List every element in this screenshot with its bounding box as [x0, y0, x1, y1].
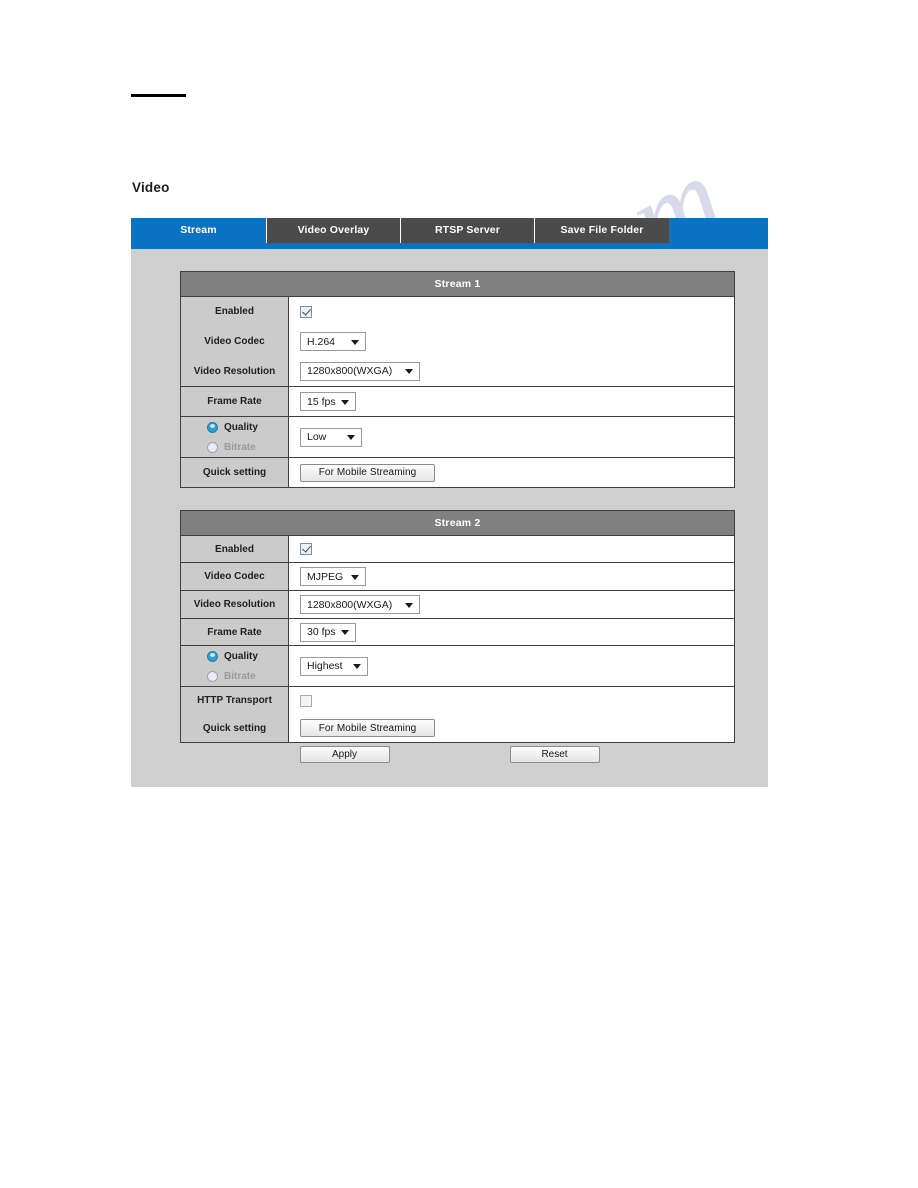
chevron-down-icon — [405, 602, 413, 608]
chevron-down-icon — [353, 664, 361, 669]
stream1-frame-rate-value: 15 fps — [307, 395, 336, 408]
stream1-video-codec-cell: H.264 — [289, 327, 734, 357]
apply-button[interactable]: Apply — [299, 746, 390, 763]
stream1-quality-radio[interactable] — [207, 421, 218, 433]
chevron-down-icon — [341, 399, 349, 405]
stream1-quality-mode-labels: Quality Bitrate — [181, 417, 289, 457]
stream1-video-resolution-value: 1280x800(WXGA) — [307, 365, 393, 378]
stream2-block: Stream 2 Enabled Video Codec MJPEG Video… — [180, 510, 735, 743]
page-title: Video — [132, 180, 170, 195]
stream2-video-codec-row: Video Codec MJPEG — [181, 563, 734, 591]
stream1-quick-setting-row: Quick setting For Mobile Streaming — [181, 458, 734, 487]
stream1-video-codec-label: Video Codec — [204, 336, 265, 347]
stream2-transport-values: For Mobile Streaming — [289, 687, 734, 742]
stream1-quality-radio-line[interactable]: Quality — [181, 417, 288, 437]
stream2-quality-label: Quality — [224, 650, 258, 662]
stream2-enabled-row: Enabled — [181, 536, 734, 563]
reset-button[interactable]: Reset — [509, 746, 600, 763]
stream2-quick-setting-cell: For Mobile Streaming — [289, 715, 734, 743]
tab-rtsp-server[interactable]: RTSP Server — [401, 218, 535, 243]
stream1-video-resolution-cell: 1280x800(WXGA) — [289, 356, 734, 386]
stream2-frame-rate-cell: 30 fps — [289, 619, 734, 645]
stream1-quality-row: Quality Bitrate Low — [181, 417, 734, 458]
stream1-for-mobile-streaming-button[interactable]: For Mobile Streaming — [300, 463, 435, 482]
stream1-title: Stream 1 — [181, 272, 734, 297]
stream2-quality-cell: Highest — [289, 646, 734, 686]
video-settings-frame: Stream Video Overlay RTSP Server Save Fi… — [131, 218, 768, 787]
stream2-bitrate-label: Bitrate — [224, 670, 256, 682]
stream1-basic-labels: Enabled Video Codec Video Resolution — [181, 297, 289, 386]
stream2-transport-labels: HTTP Transport Quick setting — [181, 687, 289, 742]
footer-actions: Apply Reset — [131, 746, 768, 763]
stream1-enabled-cell — [289, 297, 734, 327]
stream2-for-mobile-streaming-button[interactable]: For Mobile Streaming — [300, 719, 435, 738]
stream2-bitrate-radio[interactable] — [207, 670, 218, 682]
stream2-enabled-label: Enabled — [181, 536, 289, 562]
stream2-quality-radio-line[interactable]: Quality — [181, 646, 288, 666]
stream2-transport-group: HTTP Transport Quick setting For Mobile … — [181, 687, 734, 742]
stream1-frame-rate-row: Frame Rate 15 fps — [181, 387, 734, 417]
stream2-quality-select[interactable]: Highest — [300, 656, 368, 676]
tab-bar: Stream Video Overlay RTSP Server Save Fi… — [131, 218, 768, 243]
stream1-bitrate-label: Bitrate — [224, 441, 256, 453]
stream2-frame-rate-value: 30 fps — [307, 626, 336, 638]
stream2-frame-rate-label: Frame Rate — [181, 619, 289, 645]
tab-stream[interactable]: Stream — [131, 218, 267, 243]
stream1-quality-select[interactable]: Low — [300, 427, 362, 447]
stream1-frame-rate-select[interactable]: 15 fps — [300, 392, 356, 411]
stream1-basic-values: H.264 1280x800(WXGA) — [289, 297, 734, 386]
stream1-video-resolution-label: Video Resolution — [193, 365, 276, 377]
stream2-http-transport-checkbox[interactable] — [300, 694, 312, 707]
stream2-http-transport-label: HTTP Transport — [197, 695, 272, 707]
stream2-quality-value: Highest — [307, 660, 343, 672]
stream1-basic-group: Enabled Video Codec Video Resolution H.2… — [181, 297, 734, 387]
tab-save-file-folder[interactable]: Save File Folder — [535, 218, 669, 243]
chevron-down-icon — [405, 369, 413, 375]
chevron-down-icon — [347, 435, 355, 440]
stream1-quality-cell: Low — [289, 417, 734, 457]
stream2-video-codec-label: Video Codec — [181, 563, 289, 590]
stream1-video-codec-value: H.264 — [307, 335, 336, 348]
header-rule — [131, 94, 186, 97]
stream1-block: Stream 1 Enabled Video Codec Video Resol… — [180, 271, 735, 488]
chevron-down-icon — [351, 574, 359, 580]
stream1-enabled-checkbox[interactable] — [300, 305, 312, 318]
stream2-frame-rate-select[interactable]: 30 fps — [300, 622, 356, 642]
stream2-http-transport-cell — [289, 687, 734, 715]
stream2-bitrate-radio-line[interactable]: Bitrate — [181, 666, 288, 686]
stream2-video-codec-cell: MJPEG — [289, 563, 734, 590]
stream1-bitrate-radio-line[interactable]: Bitrate — [181, 437, 288, 457]
stream1-bitrate-radio[interactable] — [207, 441, 218, 453]
stream2-frame-rate-row: Frame Rate 30 fps — [181, 619, 734, 646]
stream1-quality-value: Low — [307, 431, 327, 443]
stream2-video-codec-select[interactable]: MJPEG — [300, 567, 366, 586]
stream2-quality-row: Quality Bitrate Highest — [181, 646, 734, 687]
stream2-video-resolution-select[interactable]: 1280x800(WXGA) — [300, 595, 420, 614]
stream2-enabled-checkbox[interactable] — [300, 543, 312, 555]
stream1-frame-rate-cell: 15 fps — [289, 387, 734, 416]
stream1-frame-rate-label: Frame Rate — [181, 387, 289, 416]
chevron-down-icon — [341, 630, 349, 635]
stream2-video-resolution-value: 1280x800(WXGA) — [307, 598, 393, 611]
stream2-video-codec-value: MJPEG — [307, 570, 344, 583]
stream2-title: Stream 2 — [181, 511, 734, 536]
stream1-enabled-label: Enabled — [215, 306, 254, 318]
tab-video-overlay[interactable]: Video Overlay — [267, 218, 401, 243]
stream2-quality-radio[interactable] — [207, 650, 218, 662]
chevron-down-icon — [351, 339, 359, 345]
stream2-quick-setting-label: Quick setting — [202, 722, 267, 734]
stream2-quality-mode-labels: Quality Bitrate — [181, 646, 289, 686]
stream1-quality-label: Quality — [224, 421, 258, 433]
stream1-video-resolution-select[interactable]: 1280x800(WXGA) — [300, 361, 420, 381]
stream2-enabled-cell — [289, 536, 734, 562]
stream1-quick-setting-cell: For Mobile Streaming — [289, 458, 734, 487]
stream2-video-resolution-row: Video Resolution 1280x800(WXGA) — [181, 591, 734, 619]
stream1-video-codec-select[interactable]: H.264 — [300, 332, 366, 351]
stream2-video-resolution-cell: 1280x800(WXGA) — [289, 591, 734, 618]
stream1-quick-setting-label: Quick setting — [181, 458, 289, 487]
settings-panel: Stream 1 Enabled Video Codec Video Resol… — [131, 249, 768, 787]
stream2-video-resolution-label: Video Resolution — [181, 591, 289, 618]
